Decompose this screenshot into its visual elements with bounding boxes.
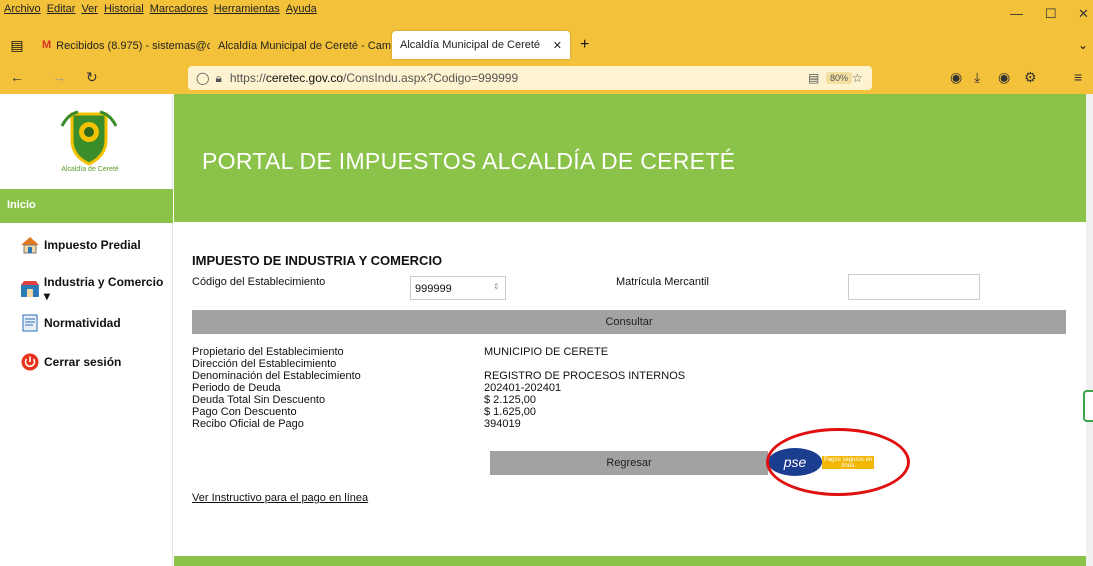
page-scrollbar[interactable]	[1086, 94, 1093, 566]
spinner-icon[interactable]: ⇕	[493, 282, 500, 291]
tab-label: Recibidos (8.975) - sistemas@c● ✕	[56, 39, 210, 52]
maximize-icon[interactable]: ☐	[1045, 6, 1057, 22]
tab-label: Alcaldía Municipal de Cereté - Cam ✕	[218, 39, 392, 52]
detail-values: MUNICIPIO DE CERETE REGISTRO DE PROCESOS…	[484, 346, 685, 430]
detail-label: Propietario del Establecimiento	[192, 346, 344, 358]
close-window-icon[interactable]: ✕	[1078, 6, 1089, 22]
sidebar-item-label: Cerrar sesión	[44, 355, 122, 369]
tab-bar: ▤ M Recibidos (8.975) - sistemas@c● ✕ Al…	[0, 28, 1093, 62]
detail-value	[484, 358, 685, 370]
detail-value: 394019	[484, 418, 521, 430]
menu-bar: Archivo Editar Ver Historial Marcadores …	[0, 0, 1093, 28]
reload-icon[interactable]: ↻	[86, 69, 98, 86]
sidebar: Alcaldía de Cereté Inicio Impuesto Predi…	[0, 94, 173, 566]
tab-label: Alcaldía Municipal de Cereté	[400, 39, 541, 51]
detail-label: Denominación del Establecimiento	[192, 370, 361, 382]
sidebar-item-inicio[interactable]: Inicio	[0, 189, 173, 223]
sidebar-item-impuesto-predial[interactable]: Impuesto Predial	[20, 236, 141, 254]
document-icon	[22, 314, 38, 332]
detail-label: Recibo Oficial de Pago	[192, 418, 304, 430]
main-content: IMPUESTO DE INDUSTRIA Y COMERCIO Código …	[174, 222, 1086, 556]
code-value: 999999	[415, 283, 452, 295]
logo-caption: Alcaldía de Cereté	[61, 166, 119, 173]
page-title: PORTAL DE IMPUESTOS ALCALDÍA DE CERETÉ	[202, 148, 736, 174]
code-input[interactable]: 999999 ⇕	[410, 276, 506, 300]
back-icon[interactable]: ←	[10, 69, 24, 85]
hamburger-menu-icon[interactable]: ≡	[1074, 69, 1082, 85]
back-button[interactable]: Regresar	[490, 451, 768, 475]
detail-value: REGISTRO DE PROCESOS INTERNOS	[484, 370, 686, 382]
sidebar-item-industria-comercio[interactable]: Industria y Comercio ▾	[20, 275, 172, 303]
shield-icon: ◯	[196, 71, 210, 85]
detail-label: Dirección del Establecimiento	[192, 358, 337, 370]
account-icon[interactable]: ◉	[998, 69, 1010, 86]
menu-marcadores[interactable]: Marcadores	[150, 3, 208, 15]
menu-ayuda[interactable]: Ayuda	[286, 3, 317, 15]
detail-value: 202401-202401	[484, 382, 562, 394]
header-banner: PORTAL DE IMPUESTOS ALCALDÍA DE CERETÉ	[174, 94, 1086, 222]
municipality-crest-logo	[60, 110, 118, 166]
house-icon	[21, 237, 39, 254]
url-bar[interactable]: ◯ 🔒︎ https://ceretec.gov.co/ConsIndu.asp…	[188, 66, 872, 90]
chevron-down-icon[interactable]: ⌄	[1078, 38, 1088, 52]
gmail-icon: M	[42, 39, 52, 51]
close-tab-icon[interactable]: ✕	[553, 39, 562, 52]
bookmark-star-icon[interactable]: ☆	[852, 71, 863, 85]
detail-labels: Propietario del Establecimiento Direcció…	[192, 346, 361, 430]
zoom-level[interactable]: 80%	[826, 72, 853, 84]
sidebar-item-cerrar-sesion[interactable]: Cerrar sesión	[20, 353, 121, 371]
detail-label: Periodo de Deuda	[192, 382, 281, 394]
instructions-link[interactable]: Ver Instructivo para el pago en línea	[192, 492, 368, 504]
detail-value: MUNICIPIO DE CERETE	[484, 346, 609, 358]
download-icon[interactable]: ⤓	[974, 69, 980, 86]
menu-herramientas[interactable]: Herramientas	[214, 3, 280, 15]
navigation-bar: ← → ↻ ◯ 🔒︎ https://ceretec.gov.co/ConsIn…	[0, 62, 1093, 94]
detail-label: Pago Con Descuento	[192, 406, 297, 418]
sidebar-item-label: Impuesto Predial	[44, 238, 141, 252]
detail-value: $ 2.125,00	[484, 394, 536, 406]
reader-view-icon[interactable]: ▤	[808, 71, 819, 85]
tab-alcaldia-active[interactable]: Alcaldía Municipal de Cereté ✕	[392, 31, 570, 59]
sidebar-item-label: Industria y Comercio ▾	[43, 275, 164, 303]
url-domain: ceretec.gov.co	[265, 71, 344, 85]
detail-value: $ 1.625,00	[484, 406, 536, 418]
detail-label: Deuda Total Sin Descuento	[192, 394, 326, 406]
menu-ver[interactable]: Ver	[81, 3, 98, 15]
form-title: IMPUESTO DE INDUSTRIA Y COMERCIO	[192, 253, 443, 268]
menu-editar[interactable]: Editar	[47, 3, 76, 15]
minimize-icon[interactable]: —	[1010, 6, 1023, 21]
menu-historial[interactable]: Historial	[104, 3, 144, 15]
url-path: /ConsIndu.aspx?Codigo=999999	[343, 71, 519, 85]
lock-icon: 🔒︎	[215, 70, 222, 85]
shop-icon	[20, 281, 39, 297]
tab-alcaldia-1[interactable]: Alcaldía Municipal de Cereté - Cam ✕	[210, 32, 392, 58]
list-all-tabs-icon[interactable]: ▤	[0, 37, 34, 54]
url-prefix: https://	[229, 71, 266, 85]
sidebar-item-label: Normatividad	[44, 316, 121, 330]
matricula-input[interactable]	[848, 274, 980, 300]
floating-widget-icon[interactable]	[1083, 390, 1093, 422]
extensions-icon[interactable]: ⚙	[1024, 69, 1037, 86]
footer-bar	[174, 556, 1086, 566]
sidebar-item-normatividad[interactable]: Normatividad	[20, 314, 121, 332]
menu-archivo[interactable]: Archivo	[4, 3, 41, 15]
power-icon	[21, 353, 39, 371]
consult-button[interactable]: Consultar	[192, 310, 1066, 334]
tab-gmail[interactable]: M Recibidos (8.975) - sistemas@c● ✕	[34, 32, 210, 58]
matricula-label: Matrícula Mercantil	[616, 276, 709, 288]
new-tab-icon[interactable]: +	[580, 36, 589, 54]
code-label: Código del Establecimiento	[192, 276, 326, 288]
forward-icon[interactable]: →	[52, 69, 66, 85]
red-highlight-circle	[766, 428, 910, 496]
pocket-icon[interactable]: ◉	[950, 69, 962, 86]
